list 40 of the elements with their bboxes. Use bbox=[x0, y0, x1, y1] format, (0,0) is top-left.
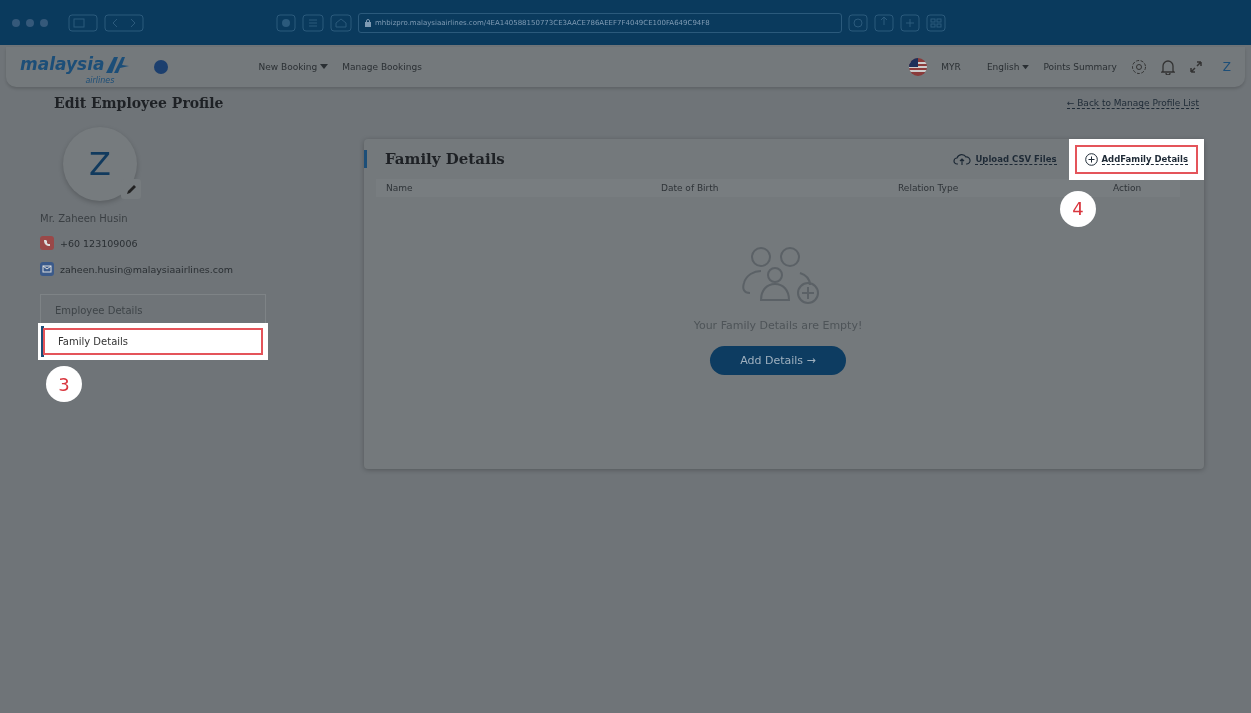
column-header: Name bbox=[386, 183, 414, 193]
settings-icon[interactable] bbox=[1130, 59, 1147, 75]
upload-csv-link[interactable]: Upload CSV Files bbox=[947, 146, 1063, 172]
cloud-upload-icon bbox=[953, 152, 972, 166]
mail-icon bbox=[40, 262, 54, 276]
nav-link[interactable]: New Booking bbox=[258, 62, 329, 72]
phone-icon bbox=[40, 236, 54, 250]
plus-circle-icon bbox=[1084, 152, 1098, 166]
share-icon[interactable] bbox=[874, 13, 894, 32]
email-address: zaheen.husin@malaysiaairlines.com bbox=[60, 263, 234, 275]
page-title: Edit Employee Profile bbox=[54, 95, 224, 111]
back-icon[interactable] bbox=[104, 13, 144, 32]
tabs-icon[interactable] bbox=[926, 13, 946, 32]
step-marker: 3 bbox=[46, 366, 82, 402]
home-icon[interactable] bbox=[330, 13, 352, 32]
avatar-initial: Z bbox=[89, 145, 111, 183]
expand-icon[interactable] bbox=[1188, 60, 1203, 74]
language-selector[interactable]: English bbox=[986, 62, 1030, 72]
column-header: Relation Type bbox=[898, 183, 960, 193]
phone-number: +60 123109006 bbox=[60, 237, 138, 249]
flag-icon[interactable] bbox=[909, 58, 928, 76]
window-controls-icon[interactable] bbox=[12, 18, 48, 27]
currency-selector[interactable]: MYR bbox=[941, 62, 961, 72]
lock-icon bbox=[365, 18, 371, 27]
user-avatar[interactable]: Z bbox=[1222, 60, 1231, 74]
grid-icon[interactable] bbox=[302, 13, 324, 32]
sidebar-icon[interactable] bbox=[68, 13, 98, 32]
bell-icon[interactable] bbox=[1160, 59, 1175, 75]
side-menu-item[interactable]: Family Details bbox=[41, 326, 265, 357]
plus-icon[interactable] bbox=[900, 13, 920, 32]
caret-icon bbox=[1022, 64, 1030, 70]
column-header: Date of Birth bbox=[661, 183, 720, 193]
points-summary-link[interactable]: Points Summary bbox=[1043, 62, 1117, 72]
add-details-button[interactable]: Add Details → bbox=[710, 346, 846, 375]
caret-icon bbox=[320, 64, 329, 70]
nav-link[interactable]: Manage Bookings bbox=[342, 62, 422, 72]
column-header: Action bbox=[1113, 183, 1143, 193]
globe-icon[interactable] bbox=[154, 60, 169, 74]
back-link[interactable]: ← Back to Manage Profile List bbox=[1066, 97, 1199, 109]
card-title: Family Details bbox=[364, 150, 505, 168]
